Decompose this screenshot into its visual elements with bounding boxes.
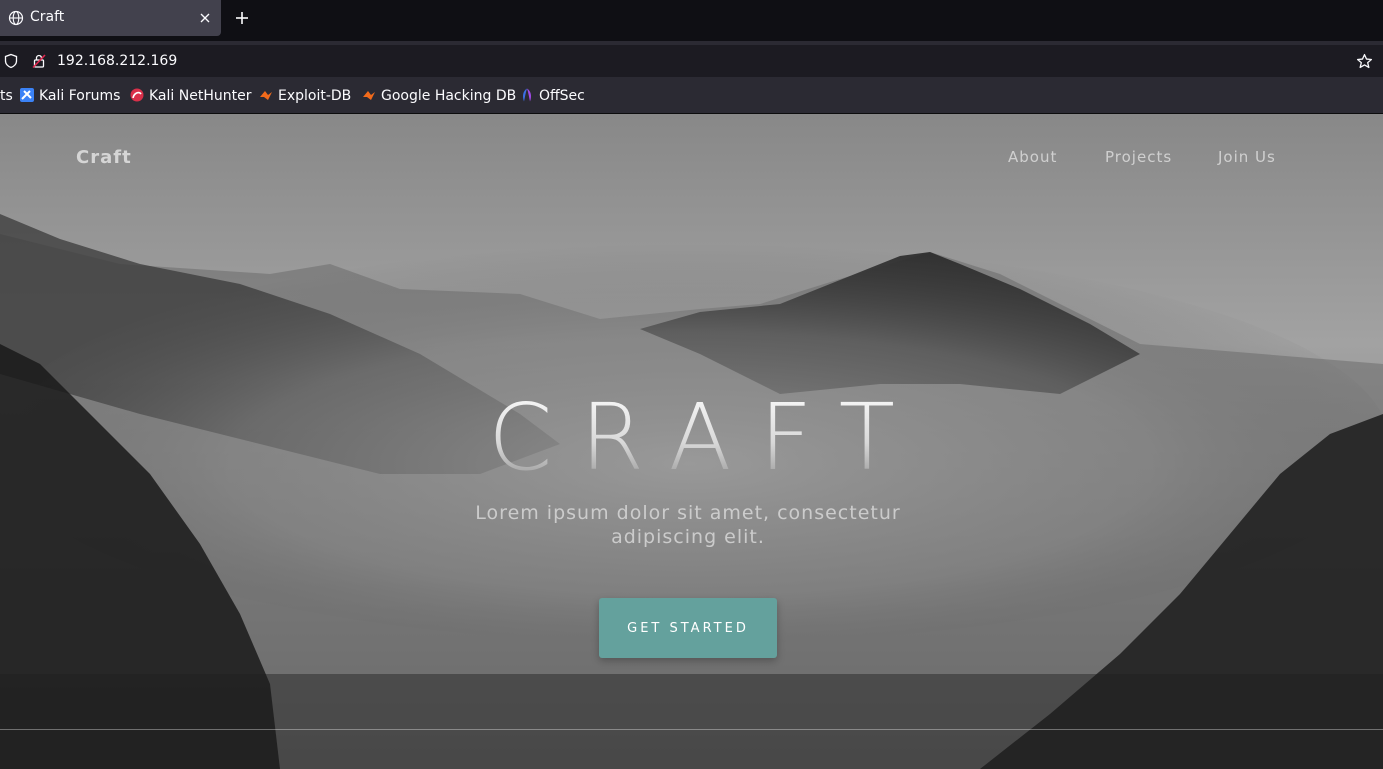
globe-icon: [8, 10, 24, 26]
browser-tab-strip: Craft: [0, 0, 1383, 41]
url-text[interactable]: 192.168.212.169: [57, 53, 177, 69]
hero-title: CRAFT: [0, 384, 1383, 491]
nav-link-projects[interactable]: Projects: [1105, 148, 1172, 166]
bookmarks-toolbar: ts Kali Forums Kali NetHunter Exploit-DB…: [0, 79, 1383, 114]
tab-title: Craft: [30, 9, 65, 25]
web-page: Craft About Projects Join Us CRAFT Lorem…: [0, 114, 1383, 769]
bookmark-item[interactable]: ts: [0, 88, 13, 106]
bookmark-kali-nethunter[interactable]: Kali NetHunter: [130, 88, 251, 106]
url-bar[interactable]: 192.168.212.169: [0, 45, 1383, 77]
shield-icon[interactable]: [3, 53, 19, 69]
bookmark-star-icon[interactable]: [1356, 53, 1373, 70]
get-started-button[interactable]: GET STARTED: [599, 598, 777, 658]
nav-link-join-us[interactable]: Join Us: [1218, 148, 1276, 166]
hero-subtitle: Lorem ipsum dolor sit amet, consectetur …: [475, 502, 901, 548]
close-tab-icon[interactable]: [198, 11, 212, 25]
browser-tab[interactable]: Craft: [0, 0, 221, 36]
bookmark-google-hacking-db[interactable]: Google Hacking DB: [362, 88, 516, 106]
bookmark-offsec[interactable]: OffSec: [520, 88, 585, 106]
nav-link-about[interactable]: About: [1008, 148, 1057, 166]
exploit-db-icon: [260, 91, 272, 100]
new-tab-icon[interactable]: [234, 10, 250, 26]
site-brand[interactable]: Craft: [76, 147, 132, 168]
ghdb-icon: [363, 91, 375, 100]
kali-forums-icon: [20, 88, 34, 102]
bookmark-kali-forums[interactable]: Kali Forums: [20, 88, 120, 106]
bookmark-exploit-db[interactable]: Exploit-DB: [259, 88, 351, 106]
browser-toolbar: 192.168.212.169: [0, 41, 1383, 79]
insecure-lock-icon[interactable]: [31, 53, 47, 69]
kali-nethunter-icon: [130, 88, 144, 102]
section-divider: [0, 729, 1383, 730]
offsec-icon: [523, 88, 531, 102]
